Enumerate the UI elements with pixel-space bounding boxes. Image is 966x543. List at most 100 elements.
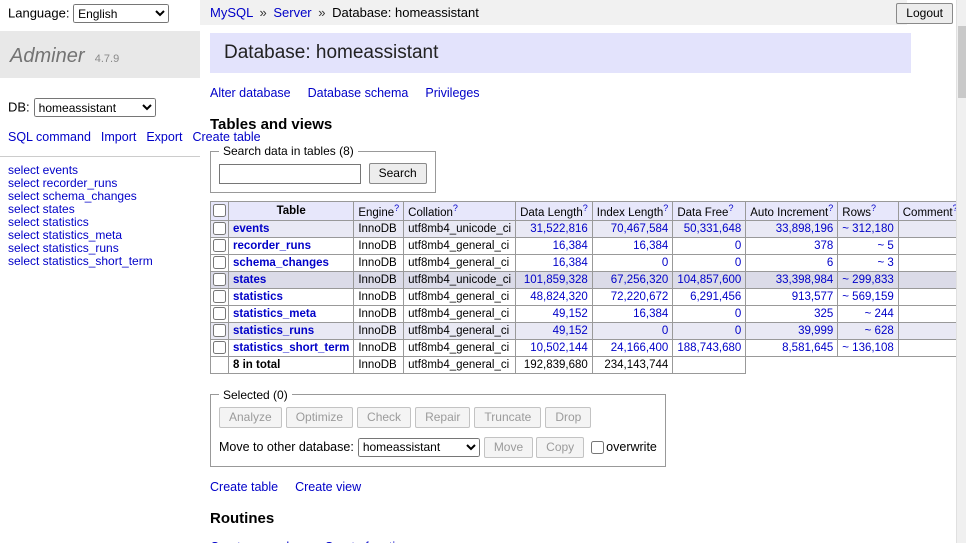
data-length-link[interactable]: 16,384	[553, 240, 588, 252]
bulk-action-button[interactable]: Optimize	[286, 407, 353, 428]
auto-increment-link[interactable]: 33,898,196	[776, 223, 834, 235]
row-checkbox[interactable]	[213, 307, 226, 320]
help-link[interactable]: ?	[728, 203, 733, 213]
rows-link[interactable]: ~ 312,180	[842, 223, 893, 235]
rows-link[interactable]: ~ 3	[877, 257, 893, 269]
index-length-link[interactable]: 0	[662, 257, 668, 269]
bulk-action-button[interactable]: Analyze	[219, 407, 282, 428]
copy-button[interactable]: Copy	[536, 437, 584, 458]
table-link[interactable]: states	[233, 274, 266, 286]
data-length-link[interactable]: 16,384	[553, 257, 588, 269]
auto-increment-link[interactable]: 33,398,984	[776, 274, 834, 286]
bulk-action-button[interactable]: Check	[357, 407, 411, 428]
auto-increment-cell: 325	[746, 305, 838, 322]
create-link[interactable]: Create table	[210, 480, 278, 494]
move-db-select[interactable]: homeassistant	[358, 438, 480, 457]
row-checkbox[interactable]	[213, 256, 226, 269]
index-length-link[interactable]: 70,467,584	[611, 223, 669, 235]
auto-increment-link[interactable]: 378	[814, 240, 833, 252]
rows-link[interactable]: ~ 299,833	[842, 274, 893, 286]
index-length-link[interactable]: 16,384	[633, 240, 668, 252]
rows-link[interactable]: ~ 5	[877, 240, 893, 252]
data-length-link[interactable]: 48,824,320	[530, 291, 588, 303]
rows-link[interactable]: ~ 569,159	[842, 291, 893, 303]
data-free-link[interactable]: 188,743,680	[677, 342, 741, 354]
index-length-link[interactable]: 67,256,320	[611, 274, 669, 286]
help-link[interactable]: ?	[663, 203, 668, 213]
index-length-link[interactable]: 24,166,400	[611, 342, 669, 354]
index-length-link[interactable]: 16,384	[633, 308, 668, 320]
data-length-link[interactable]: 10,502,144	[530, 342, 588, 354]
data-free-link[interactable]: 0	[735, 240, 741, 252]
create-link[interactable]: Create view	[295, 480, 361, 494]
help-link[interactable]: ?	[871, 203, 876, 213]
data-length-link[interactable]: 49,152	[553, 325, 588, 337]
overwrite-checkbox[interactable]	[591, 441, 604, 454]
data-free-link[interactable]: 0	[735, 325, 741, 337]
table-link[interactable]: recorder_runs	[233, 240, 311, 252]
header-row: TableEngine?Collation?Data Length?Index …	[211, 202, 957, 221]
search-input[interactable]	[219, 164, 361, 184]
search-button[interactable]: Search	[369, 163, 427, 184]
breadcrumb-link-server[interactable]: Server	[273, 5, 311, 20]
bulk-action-button[interactable]: Truncate	[474, 407, 541, 428]
rows-link[interactable]: ~ 244	[865, 308, 894, 320]
auto-increment-link[interactable]: 39,999	[798, 325, 833, 337]
row-checkbox-cell	[211, 305, 229, 322]
db-action-link[interactable]: Database schema	[308, 86, 409, 100]
row-checkbox[interactable]	[213, 341, 226, 354]
data-length-link[interactable]: 31,522,816	[530, 223, 588, 235]
bulk-action-button[interactable]: Repair	[415, 407, 470, 428]
data-length-link[interactable]: 49,152	[553, 308, 588, 320]
total-index-length-cell: 234,143,744	[592, 356, 673, 373]
row-checkbox-cell	[211, 237, 229, 254]
sidebar-action-link[interactable]: SQL command	[8, 130, 91, 144]
select-all-checkbox[interactable]	[213, 204, 226, 217]
breadcrumb-link-mysql[interactable]: MySQL	[210, 5, 253, 20]
rows-link[interactable]: ~ 136,108	[842, 342, 893, 354]
row-checkbox[interactable]	[213, 273, 226, 286]
data-free-link[interactable]: 6,291,456	[690, 291, 741, 303]
auto-increment-link[interactable]: 8,581,645	[782, 342, 833, 354]
auto-increment-link[interactable]: 6	[827, 257, 833, 269]
auto-increment-link[interactable]: 913,577	[792, 291, 834, 303]
scrollbar[interactable]	[956, 0, 966, 543]
rows-link[interactable]: ~ 628	[865, 325, 894, 337]
move-button[interactable]: Move	[484, 437, 533, 458]
sidebar-action-link[interactable]: Import	[101, 130, 136, 144]
help-link[interactable]: ?	[394, 203, 399, 213]
data-free-link[interactable]: 104,857,600	[677, 274, 741, 286]
table-link[interactable]: schema_changes	[233, 257, 329, 269]
row-checkbox[interactable]	[213, 222, 226, 235]
data-length-link[interactable]: 101,859,328	[524, 274, 588, 286]
overwrite-option: overwrite	[591, 440, 657, 454]
table-link[interactable]: statistics_short_term	[233, 342, 349, 354]
table-link[interactable]: statistics_meta	[233, 308, 316, 320]
help-link[interactable]: ?	[453, 203, 458, 213]
db-action-link[interactable]: Privileges	[425, 86, 479, 100]
data-free-link[interactable]: 0	[735, 308, 741, 320]
bulk-action-button[interactable]: Drop	[545, 407, 591, 428]
table-link[interactable]: events	[233, 223, 269, 235]
table-link[interactable]: statistics_runs	[233, 325, 314, 337]
table-link[interactable]: statistics	[233, 291, 283, 303]
data-free-link[interactable]: 0	[735, 257, 741, 269]
row-checkbox[interactable]	[213, 239, 226, 252]
row-checkbox[interactable]	[213, 324, 226, 337]
tables-tbody: eventsInnoDButf8mb4_unicode_ci31,522,816…	[211, 220, 957, 356]
row-checkbox-cell	[211, 288, 229, 305]
help-link[interactable]: ?	[828, 203, 833, 213]
index-length-link[interactable]: 0	[662, 325, 668, 337]
db-select[interactable]: homeassistant	[34, 98, 156, 117]
auto-increment-link[interactable]: 325	[814, 308, 833, 320]
db-action-link[interactable]: Alter database	[210, 86, 291, 100]
sidebar-action-link[interactable]: Export	[146, 130, 182, 144]
language-select[interactable]: English	[73, 4, 169, 23]
row-checkbox[interactable]	[213, 290, 226, 303]
logout-button[interactable]: Logout	[896, 3, 953, 24]
help-link[interactable]: ?	[583, 203, 588, 213]
scrollbar-thumb[interactable]	[958, 26, 966, 98]
sidebar-select-link[interactable]: select statistics_short_term	[8, 255, 192, 268]
data-free-link[interactable]: 50,331,648	[684, 223, 742, 235]
index-length-link[interactable]: 72,220,672	[611, 291, 669, 303]
